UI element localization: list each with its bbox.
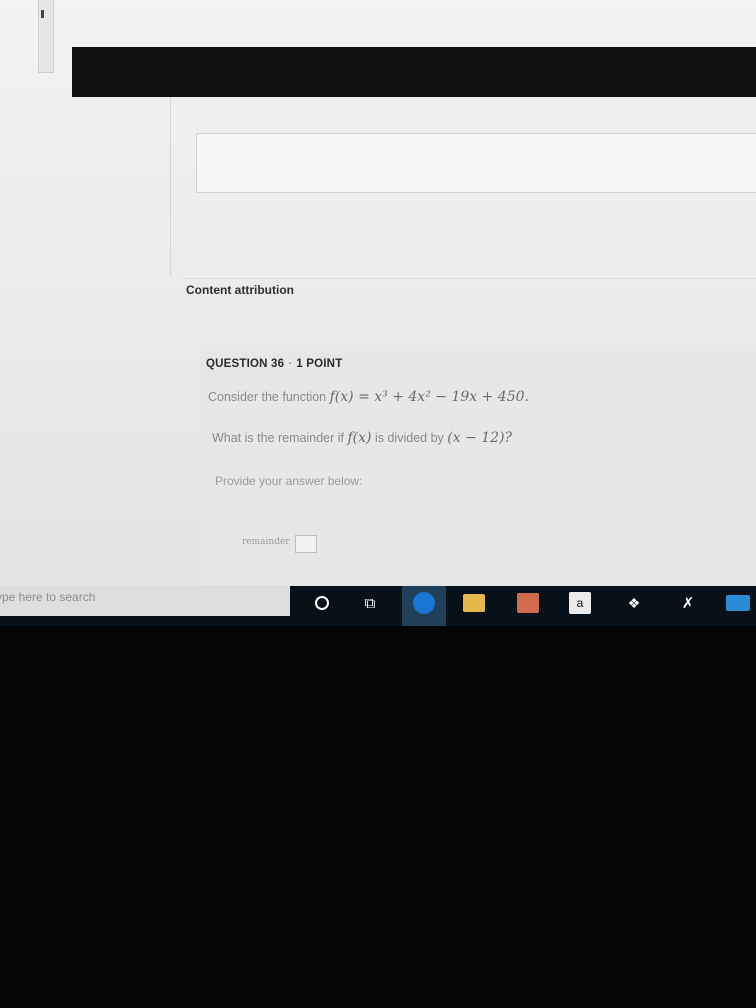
amazon-icon[interactable]: a — [568, 591, 592, 615]
task-view-icon[interactable]: ⧉ — [358, 591, 382, 615]
windows-taskbar: ype here to search ⧉ a ❖ ✗ — [0, 586, 756, 626]
remainder-prefix: What is the remainder if — [212, 431, 344, 445]
store-icon[interactable] — [516, 591, 540, 615]
dropbox-icon[interactable]: ❖ — [622, 591, 646, 615]
question-line-remainder: What is the remainder if f(x) is divided… — [212, 430, 512, 446]
question-header: QUESTION 36 · 1 POINT — [206, 358, 342, 370]
function-symbol: f(x) — [347, 430, 372, 446]
cortana-icon[interactable] — [310, 591, 334, 615]
separator-dot: · — [288, 358, 293, 370]
content-attribution-link[interactable]: Content attribution — [186, 283, 294, 297]
divisor-expression: (x − 12)? — [447, 430, 513, 446]
pen-icon[interactable]: ✗ — [676, 591, 700, 615]
amazon-letter: a — [569, 592, 591, 614]
remainder-input[interactable] — [295, 535, 317, 553]
question-points: 1 POINT — [296, 358, 343, 370]
function-expression: f(x) = x³ + 4x² − 19x + 450. — [329, 389, 529, 405]
divided-by-text: is divided by — [374, 431, 444, 445]
file-explorer-icon[interactable] — [462, 591, 486, 615]
header-bar — [72, 47, 756, 97]
section-divider — [182, 278, 756, 279]
scrollbar[interactable] — [38, 0, 54, 73]
taskbar-search-box[interactable]: ype here to search — [0, 586, 290, 616]
answer-prompt: Provide your answer below: — [215, 474, 363, 488]
mail-icon[interactable] — [726, 591, 750, 615]
function-prefix: Consider the function — [208, 390, 327, 404]
question-number: QUESTION 36 — [206, 358, 285, 370]
question-line-function: Consider the function f(x) = x³ + 4x² − … — [208, 389, 529, 405]
browser-screen: Content attribution QUESTION 36 · 1 POINT … — [0, 0, 756, 610]
remainder-label: remainder — [242, 537, 290, 547]
question-card — [200, 345, 756, 585]
edge-icon[interactable] — [412, 591, 436, 615]
search-placeholder: ype here to search — [0, 590, 96, 604]
scroll-marker — [41, 10, 44, 18]
previous-answer-box[interactable] — [196, 133, 756, 193]
